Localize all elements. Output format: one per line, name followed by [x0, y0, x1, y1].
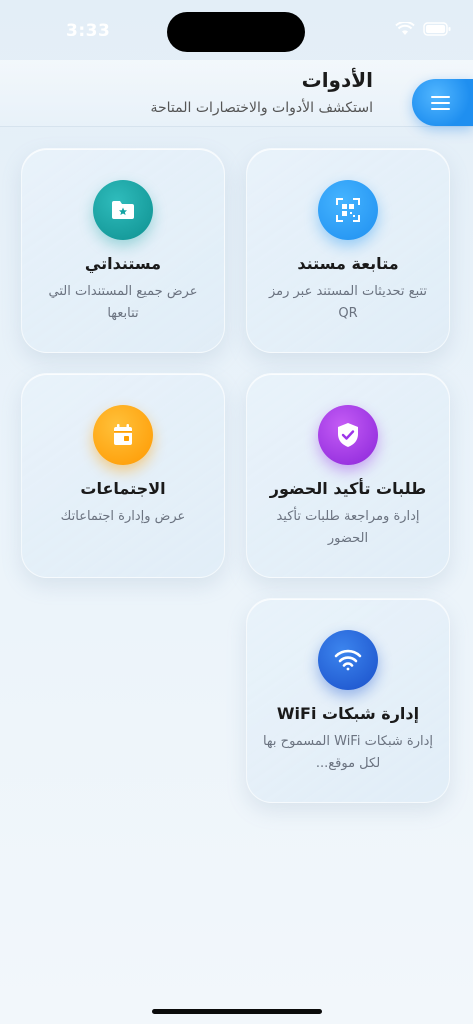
card-description: إدارة ومراجعة طلبات تأكيد الحضور [276, 509, 420, 546]
page-title: الأدوات [301, 68, 373, 92]
header: الأدوات استكشف الأدوات والاختصارات المتا… [0, 60, 473, 127]
card-description: تتبع تحديثات المستند عبر رمز QR [268, 284, 428, 321]
card-title: مستنداتي [84, 254, 162, 273]
card-description: إدارة شبكات WiFi المسموح بها لكل موقع... [262, 734, 434, 771]
menu-button[interactable] [412, 79, 473, 126]
card-title: طلبات تأكيد الحضور [269, 479, 427, 498]
card-attendance-requests[interactable]: طلبات تأكيد الحضور إدارة ومراجعة طلبات ت… [246, 373, 450, 578]
status-icons [395, 22, 451, 36]
wifi-icon [318, 630, 378, 690]
calendar-icon [93, 405, 153, 465]
folder-star-icon [93, 180, 153, 240]
card-my-documents[interactable]: مستنداتي عرض جميع المستندات التي تتابعها [21, 148, 225, 353]
card-title: إدارة شبكات WiFi [276, 704, 420, 723]
qr-scan-icon [318, 180, 378, 240]
card-title: متابعة مستند [297, 254, 399, 273]
home-indicator [152, 1009, 322, 1014]
hamburger-menu-icon [431, 95, 450, 110]
status-bar: 3:33 [0, 0, 473, 60]
dynamic-island [167, 12, 305, 52]
card-description: عرض وإدارة اجتماعاتك [60, 509, 186, 524]
battery-icon [423, 22, 451, 36]
card-title: الاجتماعات [80, 479, 166, 498]
card-document-tracking[interactable]: متابعة مستند تتبع تحديثات المستند عبر رم… [246, 148, 450, 353]
card-wifi-management[interactable]: إدارة شبكات WiFi إدارة شبكات WiFi المسمو… [246, 598, 450, 803]
status-time: 3:33 [66, 21, 111, 41]
shield-check-icon [318, 405, 378, 465]
card-description: عرض جميع المستندات التي تتابعها [48, 284, 198, 321]
card-meetings[interactable]: الاجتماعات عرض وإدارة اجتماعاتك [21, 373, 225, 578]
wifi-status-icon [395, 22, 415, 36]
page-subtitle: استكشف الأدوات والاختصارات المتاحة [150, 100, 374, 116]
